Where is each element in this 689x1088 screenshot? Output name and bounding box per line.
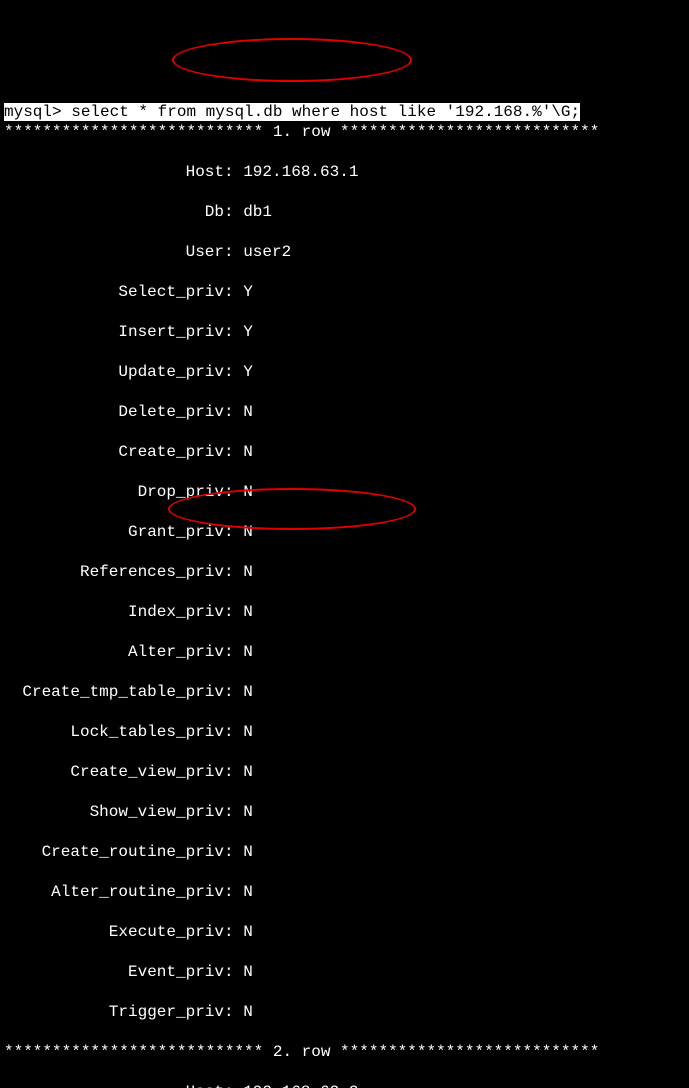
field-label: Alter_routine_priv [4, 882, 224, 902]
row-2-header: *************************** 2. row *****… [4, 1042, 685, 1062]
field-insert-priv: Insert_priv: Y [4, 322, 685, 342]
field-label: Delete_priv [4, 402, 224, 422]
field-lock-tables-priv: Lock_tables_priv: N [4, 722, 685, 742]
field-label: Execute_priv [4, 922, 224, 942]
field-label: Show_view_priv [4, 802, 224, 822]
field-label: Host [4, 162, 224, 182]
field-create-view-priv: Create_view_priv: N [4, 762, 685, 782]
field-host: Host: 192.168.63.2 [4, 1082, 685, 1088]
field-value: N [243, 882, 253, 902]
field-select-priv: Select_priv: Y [4, 282, 685, 302]
field-label: References_priv [4, 562, 224, 582]
field-value: N [243, 682, 253, 702]
field-alter-priv: Alter_priv: N [4, 642, 685, 662]
field-label: User [4, 242, 224, 262]
field-alter-routine-priv: Alter_routine_priv: N [4, 882, 685, 902]
field-value: N [243, 602, 253, 622]
field-label: Create_view_priv [4, 762, 224, 782]
field-create-routine-priv: Create_routine_priv: N [4, 842, 685, 862]
field-label: Create_tmp_table_priv [4, 682, 224, 702]
field-value: N [243, 522, 253, 542]
field-value: N [243, 842, 253, 862]
field-label: Lock_tables_priv [4, 722, 224, 742]
sql-command: select * from mysql.db where host like '… [71, 103, 580, 121]
field-value: N [243, 1002, 253, 1022]
field-label: Db [4, 202, 224, 222]
terminal-output: mysql> select * from mysql.db where host… [0, 80, 689, 1088]
field-update-priv: Update_priv: Y [4, 362, 685, 382]
field-label: Trigger_priv [4, 1002, 224, 1022]
field-index-priv: Index_priv: N [4, 602, 685, 622]
field-value: 192.168.63.1 [243, 162, 358, 182]
field-delete-priv: Delete_priv: N [4, 402, 685, 422]
field-label: Update_priv [4, 362, 224, 382]
field-value: Y [243, 362, 253, 382]
field-event-priv: Event_priv: N [4, 962, 685, 982]
field-value: N [243, 562, 253, 582]
mysql-prompt: mysql> [4, 103, 62, 121]
field-label: Insert_priv [4, 322, 224, 342]
field-references-priv: References_priv: N [4, 562, 685, 582]
field-execute-priv: Execute_priv: N [4, 922, 685, 942]
field-value: N [243, 762, 253, 782]
field-label: Drop_priv [4, 482, 224, 502]
field-value: N [243, 922, 253, 942]
field-create-priv: Create_priv: N [4, 442, 685, 462]
field-label: Grant_priv [4, 522, 224, 542]
field-trigger-priv: Trigger_priv: N [4, 1002, 685, 1022]
field-value: user2 [243, 242, 291, 262]
field-drop-priv: Drop_priv: N [4, 482, 685, 502]
field-value: Y [243, 322, 253, 342]
field-value: N [243, 722, 253, 742]
field-value: Y [243, 282, 253, 302]
field-grant-priv: Grant_priv: N [4, 522, 685, 542]
field-value: db1 [243, 202, 272, 222]
field-show-view-priv: Show_view_priv: N [4, 802, 685, 822]
field-label: Create_priv [4, 442, 224, 462]
field-label: Create_routine_priv [4, 842, 224, 862]
field-value: N [243, 402, 253, 422]
command-line[interactable]: mysql> select * from mysql.db where host… [4, 103, 580, 121]
field-value: 192.168.63.2 [243, 1082, 358, 1088]
field-value: N [243, 962, 253, 982]
field-label: Select_priv [4, 282, 224, 302]
field-value: N [243, 802, 253, 822]
field-label: Alter_priv [4, 642, 224, 662]
field-label: Host [4, 1082, 224, 1088]
field-db: Db: db1 [4, 202, 685, 222]
row-1-header: *************************** 1. row *****… [4, 122, 685, 142]
field-label: Index_priv [4, 602, 224, 622]
highlight-oval-row1 [172, 38, 412, 82]
field-user: User: user2 [4, 242, 685, 262]
field-label: Event_priv [4, 962, 224, 982]
field-value: N [243, 482, 253, 502]
field-create-tmp-table-priv: Create_tmp_table_priv: N [4, 682, 685, 702]
field-value: N [243, 642, 253, 662]
field-value: N [243, 442, 253, 462]
field-host: Host: 192.168.63.1 [4, 162, 685, 182]
